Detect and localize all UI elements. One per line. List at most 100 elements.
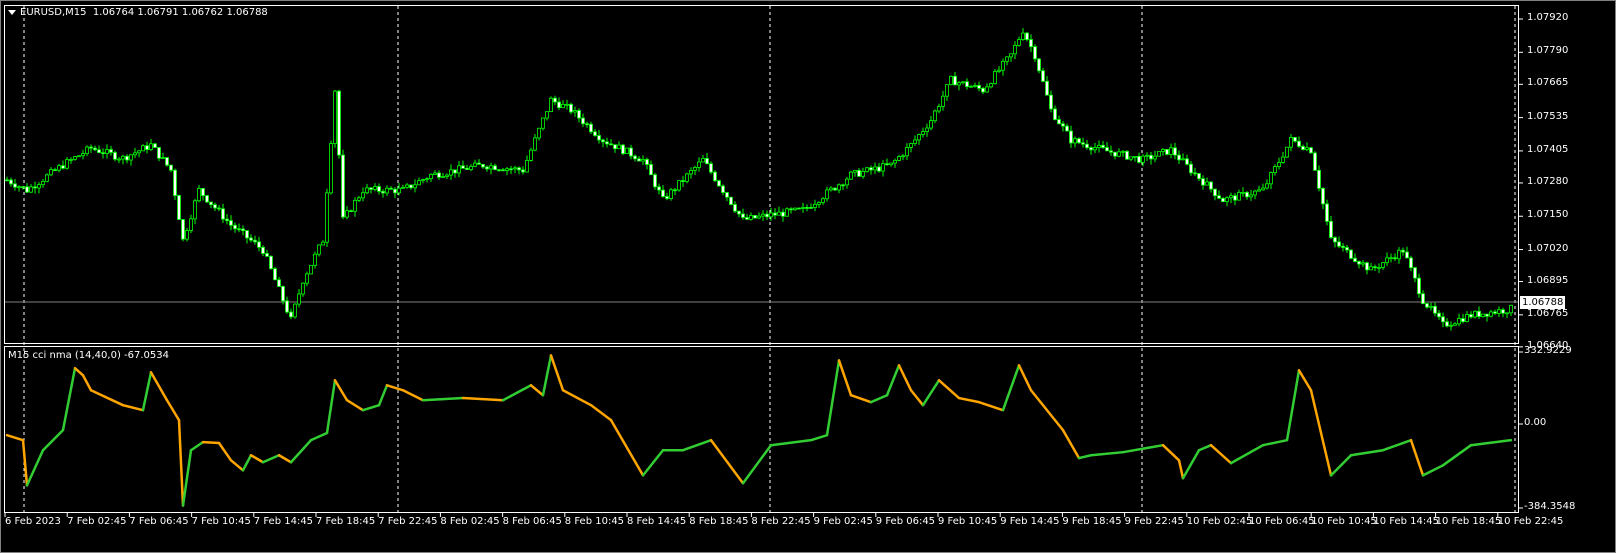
bull-candle (413, 184, 417, 189)
bull-candle (949, 75, 953, 86)
bull-candle (1361, 262, 1365, 265)
bull-candle (837, 184, 841, 191)
bull-candle (333, 90, 337, 145)
bear-candle (1245, 191, 1249, 198)
bull-candle (985, 86, 989, 93)
bull-candle (297, 293, 301, 305)
bear-candle (609, 143, 613, 146)
cci-line-segment (1309, 389, 1333, 477)
bull-candle (1457, 318, 1461, 325)
cci-line-segment (1261, 438, 1289, 447)
bull-candle (1145, 154, 1149, 157)
bull-candle (305, 273, 309, 284)
bear-candle (553, 97, 557, 103)
bull-candle (1225, 197, 1229, 203)
price-axis-label: 1.06765 (1527, 307, 1569, 319)
cci-line-segment (309, 431, 329, 442)
bear-candle (1197, 173, 1201, 180)
bear-candle (833, 187, 837, 191)
bear-candle (797, 207, 801, 210)
bull-candle (117, 158, 121, 161)
bull-candle (1161, 148, 1165, 152)
bull-candle (541, 117, 545, 129)
bear-candle (89, 146, 93, 149)
bear-candle (101, 152, 105, 155)
bull-candle (1453, 323, 1457, 326)
bull-candle (397, 187, 401, 194)
bear-candle (885, 163, 889, 166)
bear-candle (577, 110, 581, 119)
bull-candle (1285, 146, 1289, 158)
bull-candle (513, 167, 517, 170)
collapse-triangle-icon[interactable] (8, 9, 16, 15)
bear-candle (125, 155, 129, 161)
bear-candle (177, 195, 181, 220)
bear-candle (225, 218, 229, 222)
cci-line-segment (121, 403, 145, 412)
bear-candle (465, 167, 469, 170)
bear-candle (1069, 130, 1073, 144)
bear-candle (629, 147, 633, 157)
bull-candle (1385, 257, 1389, 264)
bull-candle (925, 127, 929, 132)
bull-candle (937, 106, 941, 112)
bull-candle (1377, 267, 1381, 269)
cci-line-segment (385, 384, 405, 392)
time-axis-label: 9 Feb 18:45 (1062, 516, 1122, 527)
bull-candle (1305, 147, 1309, 150)
bear-candle (1037, 58, 1041, 72)
bear-candle (1325, 203, 1329, 222)
cci-line-segment (401, 389, 425, 402)
cci-line-segment (421, 396, 465, 402)
cci-line-segment (1297, 369, 1313, 392)
bull-candle (141, 145, 145, 152)
bear-candle (1421, 293, 1425, 304)
bull-candle (17, 186, 21, 189)
time-axis-label: 7 Feb 22:45 (378, 516, 438, 527)
bear-candle (1089, 147, 1093, 151)
time-axis-label: 8 Feb 22:45 (751, 516, 811, 527)
bear-candle (953, 75, 957, 86)
bull-candle (913, 139, 917, 144)
bull-candle (677, 180, 681, 191)
bull-candle (813, 203, 817, 208)
bull-candle (785, 208, 789, 217)
bear-candle (765, 213, 769, 218)
bull-candle (749, 215, 753, 220)
bull-candle (1121, 150, 1125, 153)
bear-candle (1185, 158, 1189, 165)
bull-candle (185, 230, 189, 240)
cci-line-segment (937, 379, 961, 400)
bull-candle (1509, 304, 1513, 314)
bear-candle (581, 117, 585, 125)
cci-line-segment (825, 359, 841, 437)
bear-candle (113, 152, 117, 160)
cci-line-segment (1061, 428, 1081, 460)
bear-candle (21, 186, 25, 189)
bull-candle (1017, 39, 1021, 46)
bull-candle (1205, 181, 1209, 186)
bull-candle (365, 187, 369, 194)
bull-candle (353, 199, 357, 212)
bull-candle (757, 215, 761, 219)
bull-candle (697, 161, 701, 168)
bear-candle (1437, 312, 1441, 318)
bear-candle (153, 143, 157, 148)
bull-candle (421, 179, 425, 182)
bull-candle (525, 160, 529, 173)
bull-candle (429, 174, 433, 180)
cci-line-segment (229, 459, 245, 472)
bear-candle (593, 131, 597, 136)
cci-line-segment (1181, 448, 1201, 480)
bear-candle (809, 207, 813, 209)
bear-candle (1297, 140, 1301, 147)
bull-candle (561, 103, 565, 109)
bear-candle (805, 207, 809, 209)
bear-candle (753, 215, 757, 219)
bull-candle (909, 143, 913, 148)
cci-line-segment (217, 441, 233, 462)
bear-candle (181, 219, 185, 240)
bear-candle (789, 208, 793, 211)
bear-candle (657, 186, 661, 191)
bull-candle (317, 244, 321, 255)
